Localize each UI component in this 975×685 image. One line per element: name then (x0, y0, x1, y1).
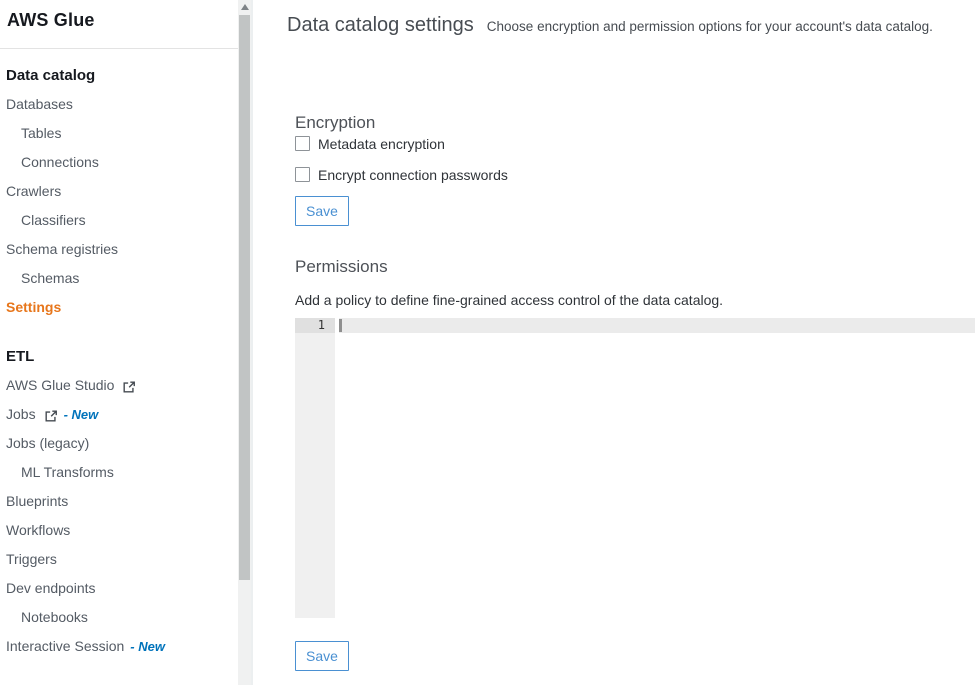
editor-cursor (339, 319, 342, 332)
save-encryption-button[interactable]: Save (295, 196, 349, 226)
sidebar-item-databases[interactable]: Databases (0, 90, 238, 119)
checkbox-label[interactable]: Encrypt connection passwords (318, 167, 508, 183)
sidebar-scrollbar[interactable] (238, 0, 253, 685)
sidebar-item-crawlers[interactable]: Crawlers (0, 177, 238, 206)
encryption-heading: Encryption (295, 113, 375, 133)
sidebar-item-aws-glue-studio[interactable]: AWS Glue Studio (0, 371, 238, 400)
metadata-encryption-row[interactable]: Metadata encryption (295, 135, 445, 152)
editor-active-line (339, 318, 975, 333)
permissions-heading: Permissions (295, 257, 388, 277)
sidebar-item-workflows[interactable]: Workflows (0, 516, 238, 545)
page-header: Data catalog settings Choose encryption … (287, 14, 933, 37)
editor-gutter: 1 (295, 318, 335, 618)
sidebar-item-jobs[interactable]: Jobs - New (0, 400, 238, 429)
sidebar-item-dev-endpoints[interactable]: Dev endpoints (0, 574, 238, 603)
external-link-icon (122, 380, 136, 394)
page-subtitle: Choose encryption and permission options… (487, 19, 933, 34)
scroll-up-arrow-icon[interactable] (241, 4, 249, 10)
nav-section-data-catalog: Data catalog (0, 61, 238, 90)
sidebar-item-settings[interactable]: Settings (0, 293, 238, 322)
save-permissions-button[interactable]: Save (295, 641, 349, 671)
new-badge: - New (130, 632, 165, 661)
scrollbar-thumb[interactable] (239, 15, 250, 580)
sidebar-item-blueprints[interactable]: Blueprints (0, 487, 238, 516)
sidebar-item-jobs-legacy[interactable]: Jobs (legacy) (0, 429, 238, 458)
editor-line-number: 1 (295, 318, 335, 333)
nav-section-etl: ETL (0, 342, 238, 371)
new-badge: - New (64, 400, 99, 429)
sidebar-item-triggers[interactable]: Triggers (0, 545, 238, 574)
sidebar-item-classifiers[interactable]: Classifiers (0, 206, 238, 235)
sidebar-item-ml-transforms[interactable]: ML Transforms (0, 458, 238, 487)
sidebar-item-tables[interactable]: Tables (0, 119, 238, 148)
app-title: AWS Glue (7, 10, 95, 30)
external-link-icon (44, 409, 58, 423)
policy-editor[interactable]: 1 (295, 318, 975, 618)
sidebar: AWS Glue Data catalog Databases Tables C… (0, 0, 238, 685)
metadata-encryption-checkbox[interactable] (295, 136, 310, 151)
sidebar-item-connections[interactable]: Connections (0, 148, 238, 177)
sidebar-header: AWS Glue (0, 0, 238, 49)
sidebar-nav: Data catalog Databases Tables Connection… (0, 49, 238, 661)
checkbox-label[interactable]: Metadata encryption (318, 136, 445, 152)
encrypt-connection-passwords-checkbox[interactable] (295, 167, 310, 182)
page-title: Data catalog settings (287, 14, 474, 37)
encrypt-connection-passwords-row[interactable]: Encrypt connection passwords (295, 166, 508, 183)
sidebar-item-interactive-session[interactable]: Interactive Session - New (0, 632, 238, 661)
sidebar-item-schema-registries[interactable]: Schema registries (0, 235, 238, 264)
sidebar-item-notebooks[interactable]: Notebooks (0, 603, 238, 632)
sidebar-item-schemas[interactable]: Schemas (0, 264, 238, 293)
permissions-description: Add a policy to define fine-grained acce… (295, 292, 723, 308)
